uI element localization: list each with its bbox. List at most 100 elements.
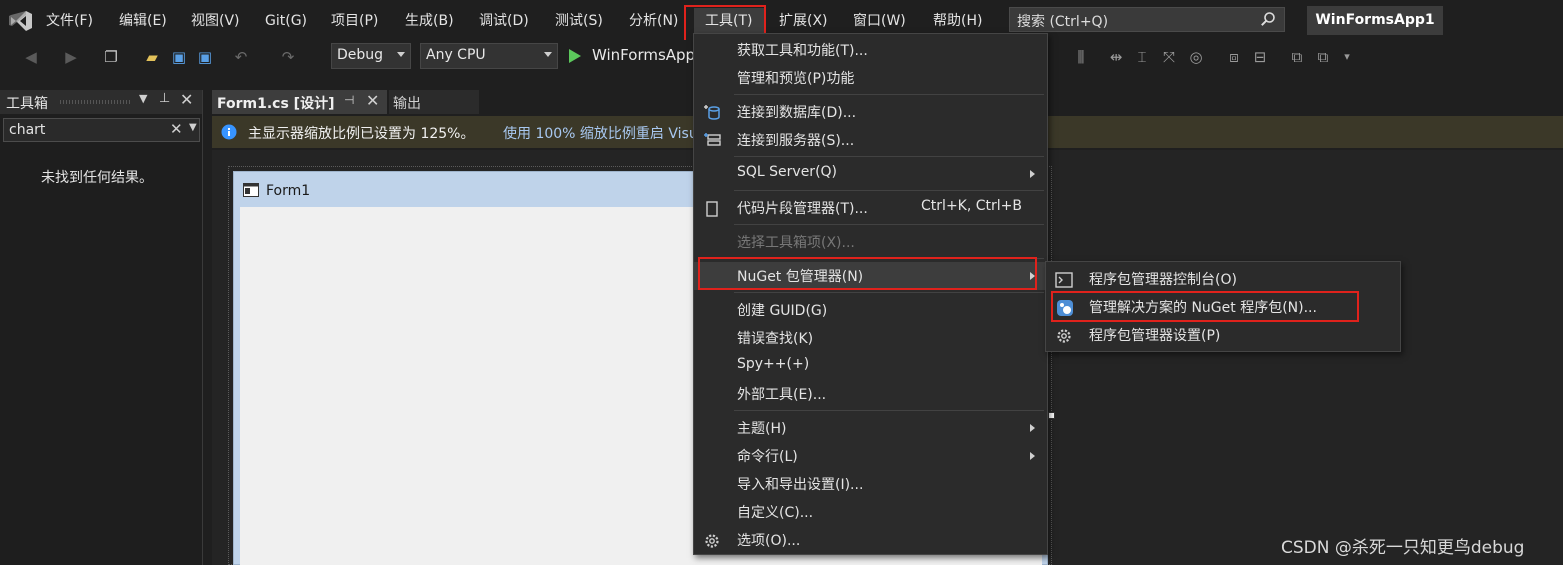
clear-search-icon[interactable]: ✕: [170, 120, 183, 138]
menu-item-snippet-manager[interactable]: 代码片段管理器(T)... Ctrl+K, Ctrl+B: [694, 194, 1047, 222]
center-icon[interactable]: ⌶: [1131, 46, 1153, 68]
menu-help[interactable]: 帮助(H): [933, 10, 982, 32]
zoom-icon[interactable]: ◎: [1185, 46, 1207, 68]
search-box[interactable]: 搜索 (Ctrl+Q): [1009, 7, 1285, 32]
solution-name-badge: WinFormsApp1: [1307, 6, 1443, 35]
menu-extensions[interactable]: 扩展(X): [779, 10, 828, 32]
pin-tab-icon[interactable]: ⊣: [344, 93, 354, 107]
toolbox-panel: [0, 90, 203, 565]
save-all-icon[interactable]: ▣: [194, 46, 216, 68]
menu-item-connect-database[interactable]: 连接到数据库(D)...: [694, 98, 1047, 126]
save-icon[interactable]: ▣: [168, 46, 190, 68]
close-icon[interactable]: ✕: [180, 90, 193, 109]
solution-config-dropdown[interactable]: Debug: [331, 43, 411, 69]
platform-value: Any CPU: [426, 47, 486, 63]
submenu-arrow-icon: [1030, 452, 1035, 460]
menu-item-command-line[interactable]: 命令行(L): [694, 442, 1047, 470]
menu-separator: [734, 156, 1044, 157]
menu-item-package-manager-settings[interactable]: 程序包管理器设置(P): [1046, 321, 1400, 349]
toolbox-search-value: chart: [9, 122, 46, 138]
nuget-annotation-box: [698, 257, 1037, 290]
menu-item-get-tools[interactable]: 获取工具和功能(T)...: [694, 36, 1047, 64]
open-folder-icon[interactable]: ▰: [141, 46, 163, 68]
menu-project[interactable]: 项目(P): [331, 10, 378, 32]
watermark: CSDN @杀死一只知更鸟debug: [1281, 538, 1525, 558]
window-position-icon[interactable]: ▼: [139, 92, 147, 105]
gear-icon: [1057, 329, 1071, 343]
menu-debug[interactable]: 调试(D): [479, 10, 529, 32]
menu-test[interactable]: 测试(S): [555, 10, 603, 32]
spacing-icon[interactable]: ⇹: [1105, 46, 1127, 68]
align-icon[interactable]: ⫼: [1070, 46, 1092, 68]
form-icon: [243, 183, 259, 197]
submenu-arrow-icon: [1030, 424, 1035, 432]
toolbox-search-input[interactable]: chart ✕ ▼: [3, 118, 200, 142]
resize-handle[interactable]: [1048, 412, 1055, 419]
tab-label: 输出: [393, 96, 421, 112]
menu-item-options[interactable]: 选项(O)...: [694, 526, 1047, 554]
menu-item-external-tools[interactable]: 外部工具(E)...: [694, 380, 1047, 408]
menu-item-error-lookup[interactable]: 错误查找(K): [694, 324, 1047, 352]
drag-grip[interactable]: [60, 100, 130, 104]
visual-studio-logo-icon: [9, 11, 32, 31]
chevron-down-icon: [544, 52, 552, 57]
menu-item-manage-preview[interactable]: 管理和预览(P)功能: [694, 64, 1047, 92]
undo-icon[interactable]: ↶: [230, 46, 252, 68]
database-connect-icon: [704, 105, 720, 120]
start-target-label[interactable]: WinFormsApp1: [592, 46, 705, 64]
menu-separator: [734, 410, 1044, 411]
search-placeholder: 搜索 (Ctrl+Q): [1017, 14, 1109, 30]
manage-nuget-annotation-box: [1051, 291, 1359, 322]
chevron-down-icon: [397, 52, 405, 57]
menu-file[interactable]: 文件(F): [46, 10, 93, 32]
menu-view[interactable]: 视图(V): [191, 10, 240, 32]
overflow-chevron-icon[interactable]: ▾: [1336, 46, 1358, 68]
menu-edit[interactable]: 编辑(E): [119, 10, 167, 32]
toolbox-header: 工具箱 ▼ ⊥ ✕: [0, 90, 202, 114]
back-icon[interactable]: ◀: [20, 46, 42, 68]
menu-item-spy[interactable]: Spy++(+): [694, 352, 1047, 380]
toolbox-title: 工具箱: [6, 96, 48, 112]
restart-scaling-link[interactable]: 使用 100% 缩放比例重启 Visual Studio: [503, 123, 693, 143]
menu-build[interactable]: 生成(B): [405, 10, 454, 32]
menu-separator: [734, 292, 1044, 293]
send-to-back-icon[interactable]: ⧉: [1312, 46, 1334, 68]
chevron-down-icon[interactable]: ▼: [189, 122, 197, 133]
tab-form1-design[interactable]: Form1.cs [设计] ⊣ ✕: [212, 90, 387, 114]
search-icon: [1261, 12, 1275, 26]
menu-separator: [734, 224, 1044, 225]
close-tab-icon[interactable]: ✕: [366, 91, 379, 110]
menu-item-theme[interactable]: 主题(H): [694, 414, 1047, 442]
gear-icon: [705, 534, 719, 548]
menu-separator: [734, 190, 1044, 191]
menu-item-customize[interactable]: 自定义(C)...: [694, 498, 1047, 526]
info-message: 主显示器缩放比例已设置为 125%。: [248, 126, 475, 142]
menu-item-package-manager-console[interactable]: 程序包管理器控制台(O): [1046, 265, 1400, 293]
info-link-clip: 使用 100% 缩放比例重启 Visual Studio: [503, 116, 693, 148]
vertical-align-icon[interactable]: ⊟: [1249, 46, 1271, 68]
menu-item-choose-toolbox-items: 选择工具箱项(X)...: [737, 235, 855, 251]
snippet-icon: [706, 201, 718, 217]
server-connect-icon: [704, 133, 721, 146]
menu-window[interactable]: 窗口(W): [853, 10, 906, 32]
menu-git[interactable]: Git(G): [265, 10, 307, 32]
horizontal-align-icon[interactable]: ⧈: [1223, 46, 1245, 68]
shortcut-label: Ctrl+K, Ctrl+B: [921, 198, 1022, 214]
menu-item-import-export-settings[interactable]: 导入和导出设置(I)...: [694, 470, 1047, 498]
tab-output[interactable]: 输出: [389, 90, 479, 114]
menu-item-sql-server[interactable]: SQL Server(Q): [694, 160, 1047, 188]
start-debugging-icon[interactable]: [568, 48, 582, 64]
pin-icon[interactable]: ⊥: [159, 91, 170, 106]
menu-item-connect-server[interactable]: 连接到服务器(S)...: [694, 126, 1047, 154]
new-project-icon[interactable]: ❐: [100, 46, 122, 68]
size-icon[interactable]: ⤧: [1158, 46, 1180, 68]
forward-icon[interactable]: ▶: [60, 46, 82, 68]
menu-separator: [734, 94, 1044, 95]
tools-dropdown-menu: 获取工具和功能(T)... 管理和预览(P)功能 连接到数据库(D)... 连接…: [693, 33, 1048, 555]
redo-icon[interactable]: ↷: [277, 46, 299, 68]
menu-item-create-guid[interactable]: 创建 GUID(G): [694, 296, 1047, 324]
form-title: Form1: [266, 183, 311, 199]
menu-analyze[interactable]: 分析(N): [629, 10, 678, 32]
platform-dropdown[interactable]: Any CPU: [420, 43, 558, 69]
bring-to-front-icon[interactable]: ⧉: [1286, 46, 1308, 68]
